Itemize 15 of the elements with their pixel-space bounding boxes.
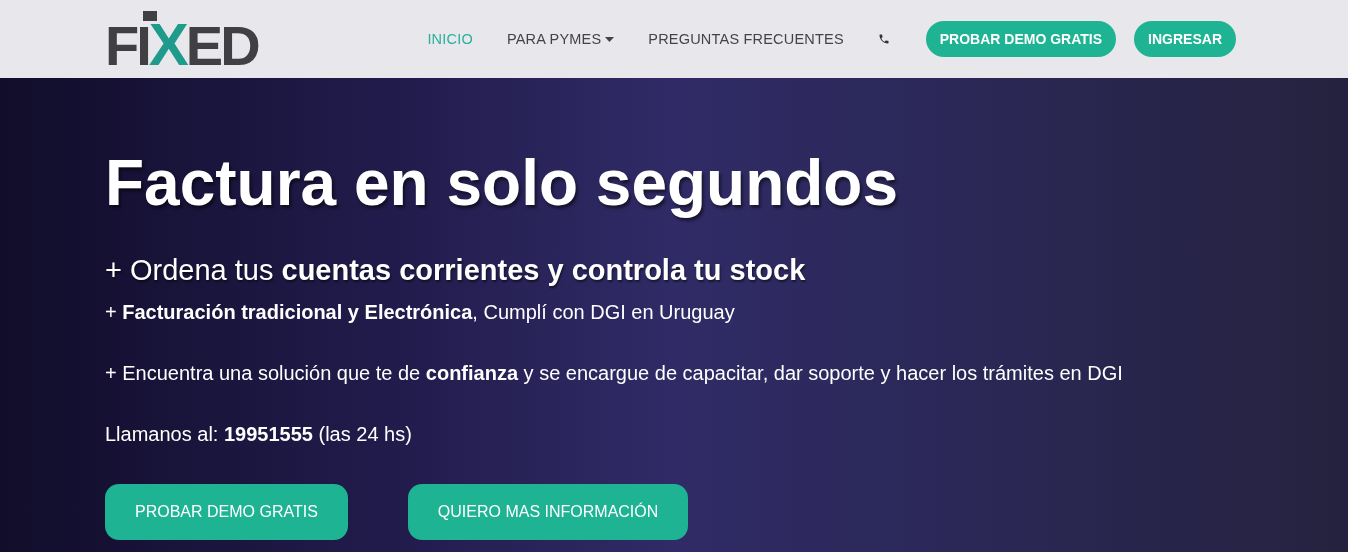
hero-subtitle: + Ordena tus cuentas corrientes y controla tu stock (105, 254, 807, 288)
cta-button[interactable]: PROBAR DEMO GRATIS (105, 484, 348, 541)
phone-icon[interactable] (877, 33, 890, 45)
cta-button[interactable]: QUIERO MAS INFORMACIÓN (407, 484, 689, 541)
hero-title: Factura en solo segundos (105, 148, 900, 219)
feature-text: + Facturación tradicional y Electrónica, Cumplí con DGI en Uruguay (105, 301, 736, 325)
header-button[interactable]: INGRESAR (1134, 21, 1236, 57)
logo[interactable]: FIXED (105, 10, 262, 76)
header-button[interactable]: PROBAR DEMO GRATIS (925, 21, 1117, 57)
feature-text: + Encuentra una solución que te de confianza y se encargue de capacitar, dar soporte y hacer los trámites en DGI (105, 362, 1124, 386)
nav-link[interactable]: PREGUNTAS FRECUENTES (648, 31, 844, 47)
nav-link[interactable]: PARA PYMES (506, 31, 615, 47)
caret-icon (605, 36, 615, 42)
nav-link[interactable]: INICIO (427, 31, 473, 47)
phone-text: Llamanos al: 19951555 (las 24 hs) (105, 423, 413, 447)
